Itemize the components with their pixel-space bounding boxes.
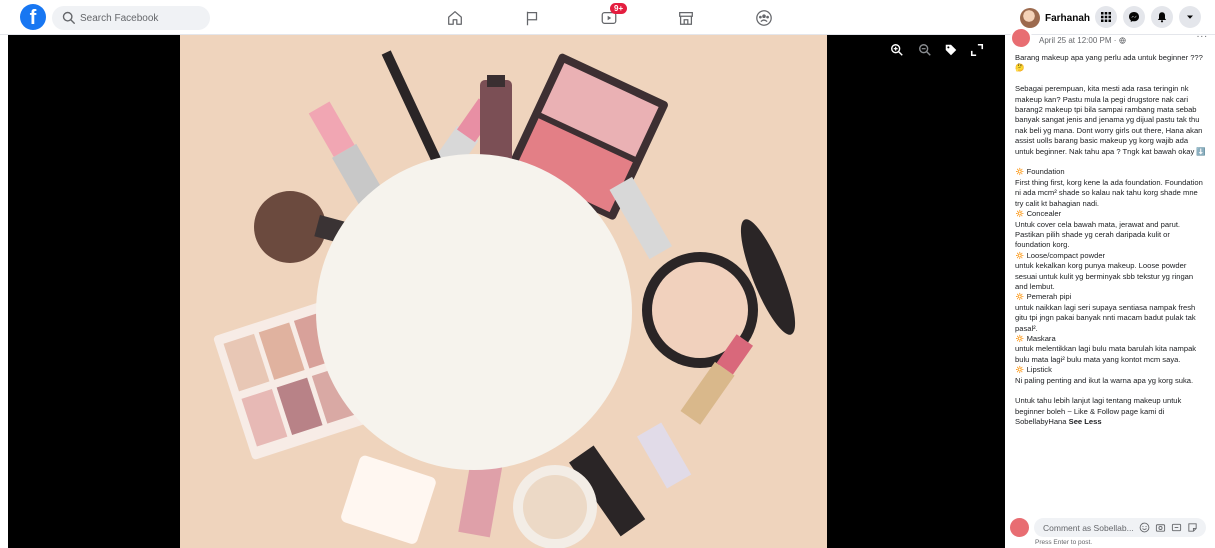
nav-marketplace[interactable] <box>663 0 709 35</box>
watch-notification-badge: 9+ <box>610 3 628 14</box>
commenter-avatar <box>1010 518 1029 537</box>
zoom-in-icon <box>891 44 903 56</box>
nav-home[interactable] <box>432 0 478 35</box>
public-globe-icon <box>1118 37 1126 44</box>
makeup-flatlay-image <box>180 35 827 548</box>
notifications-button[interactable] <box>1151 6 1173 28</box>
pages-flag-icon <box>526 11 538 25</box>
profile-name: Farhanah <box>1045 12 1091 24</box>
messenger-button[interactable] <box>1123 6 1145 28</box>
post-options-button[interactable]: ... <box>1197 29 1208 40</box>
fullscreen-button[interactable] <box>970 43 984 62</box>
comment-hint: Press Enter to post. <box>1035 539 1093 546</box>
marketplace-icon <box>679 11 693 25</box>
post-photo[interactable] <box>180 35 827 548</box>
see-less-link[interactable]: See Less <box>1069 417 1102 426</box>
camera-icon[interactable] <box>1155 522 1166 533</box>
post-header: April 25 at 12:00 PM · ... <box>1010 27 1210 49</box>
comment-composer <box>1010 516 1210 538</box>
zoom-out-button[interactable] <box>918 43 932 62</box>
comment-box[interactable] <box>1034 518 1206 537</box>
sticker-icon[interactable] <box>1187 522 1198 533</box>
account-dropdown-icon <box>1187 15 1193 19</box>
zoom-out-icon <box>919 44 931 56</box>
home-icon <box>448 10 462 25</box>
photo-viewer <box>8 35 1005 548</box>
comment-input[interactable] <box>1043 521 1133 534</box>
zoom-in-button[interactable] <box>890 43 904 62</box>
menu-grid-icon <box>1101 12 1111 22</box>
account-button[interactable] <box>1179 6 1201 28</box>
gif-icon[interactable] <box>1171 522 1182 533</box>
notifications-bell-icon <box>1157 12 1167 23</box>
nav-groups[interactable] <box>741 0 787 35</box>
search-box[interactable] <box>52 6 210 30</box>
page-avatar[interactable] <box>1010 27 1032 49</box>
menu-button[interactable] <box>1095 6 1117 28</box>
tag-button[interactable] <box>944 43 958 62</box>
post-body: Barang makeup apa yang perlu ada untuk b… <box>1015 53 1206 427</box>
post-message: Barang makeup apa yang perlu ada untuk b… <box>1015 53 1207 428</box>
nav-pages[interactable] <box>509 0 555 35</box>
emoji-icon[interactable] <box>1139 522 1150 533</box>
groups-icon <box>756 9 772 26</box>
nav-watch[interactable]: 9+ <box>586 0 632 35</box>
facebook-logo[interactable]: f <box>20 4 46 30</box>
top-navigation-bar: f 9+ Farhanah <box>0 0 1215 35</box>
post-details-sidebar: April 25 at 12:00 PM · ... Barang makeup… <box>1005 27 1215 548</box>
messenger-icon <box>1129 12 1139 22</box>
search-input[interactable] <box>80 9 205 27</box>
post-timestamp[interactable]: April 25 at 12:00 PM · <box>1039 36 1126 45</box>
avatar <box>1020 8 1040 28</box>
search-icon <box>62 11 75 24</box>
tag-icon <box>945 44 957 56</box>
profile-link[interactable]: Farhanah <box>1020 7 1090 29</box>
fullscreen-icon <box>970 43 984 57</box>
